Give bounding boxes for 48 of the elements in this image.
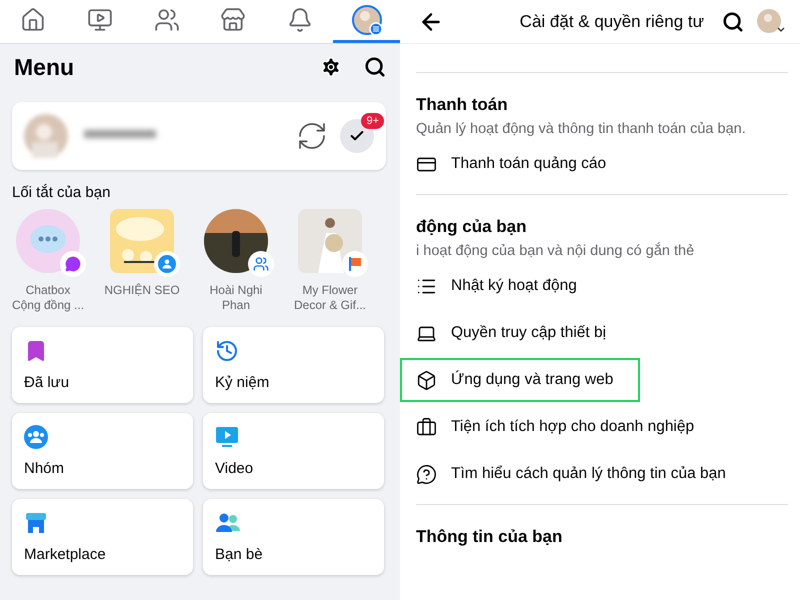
shortcut-label[interactable]: My Flower Decor & Gif...	[294, 283, 366, 313]
settings-item[interactable]: Ứng dụng và trang web	[402, 360, 638, 400]
shortcut-label[interactable]: Chatbox Cộng đồng ...	[12, 283, 84, 313]
menu-tile[interactable]: Bạn bè	[203, 499, 384, 575]
section-description: Quản lý hoạt động và thông tin thanh toán của bạn.	[416, 121, 747, 137]
messenger-icon	[65, 256, 81, 272]
menu-tile[interactable]: Video	[203, 413, 384, 489]
section-title: Lối tắt của bạn	[12, 184, 112, 201]
search-icon[interactable]	[722, 10, 744, 32]
bell-icon	[287, 7, 314, 33]
settings-icon[interactable]	[320, 56, 342, 78]
shop-icon	[24, 511, 48, 535]
section-title: động của bạn	[416, 217, 528, 237]
settings-item[interactable]: Tìm hiểu cách quản lý thông tin của bạn	[402, 454, 750, 494]
page-title: Cài đặt & quyền riêng tư	[518, 12, 705, 32]
briefcase-icon	[416, 416, 437, 438]
avatar-icon	[350, 4, 383, 36]
flag-icon	[347, 256, 363, 272]
section-title: Thông tin của bạn	[416, 527, 564, 547]
friends-icon	[154, 7, 180, 33]
menu-tile[interactable]: Marketplace	[12, 499, 193, 575]
section-description: i hoạt động của bạn và nội dung có gắn thẻ	[416, 243, 696, 259]
count-badge: 9+	[361, 113, 384, 129]
shortcut-label[interactable]: Hoài Nghi Phan	[210, 283, 262, 313]
video-icon	[87, 7, 113, 33]
group-icon	[24, 425, 48, 449]
friends-icon	[215, 511, 241, 535]
settings-item[interactable]: Quyền truy cập thiết bị	[402, 313, 638, 353]
shortcut-label[interactable]: NGHIỆN SEO	[104, 283, 180, 298]
friends-icon	[253, 256, 269, 272]
page-title: Menu	[14, 54, 76, 80]
settings-item[interactable]: Nhật ký hoạt động	[402, 266, 638, 306]
settings-item[interactable]: Tiện ích tích hợp cho doanh nghiệp	[402, 407, 718, 447]
cube-icon	[416, 370, 437, 390]
search-icon[interactable]	[364, 56, 386, 78]
section-title: Thanh toán	[416, 95, 509, 115]
profile-card[interactable]: 9+	[12, 102, 386, 170]
home-icon	[20, 7, 46, 33]
switch-account-icon[interactable]	[296, 120, 328, 152]
menu-tile[interactable]: Đã lưu	[12, 327, 193, 403]
settings-item[interactable]: Thanh toán quảng cáo	[402, 144, 638, 184]
menu-tile[interactable]: Nhóm	[12, 413, 193, 489]
clock-icon	[215, 339, 239, 363]
question-icon	[416, 464, 437, 484]
group-icon	[158, 255, 176, 273]
video-icon	[215, 425, 239, 449]
menu-tile[interactable]: Kỷ niệm	[203, 327, 384, 403]
shop-icon	[220, 7, 246, 33]
